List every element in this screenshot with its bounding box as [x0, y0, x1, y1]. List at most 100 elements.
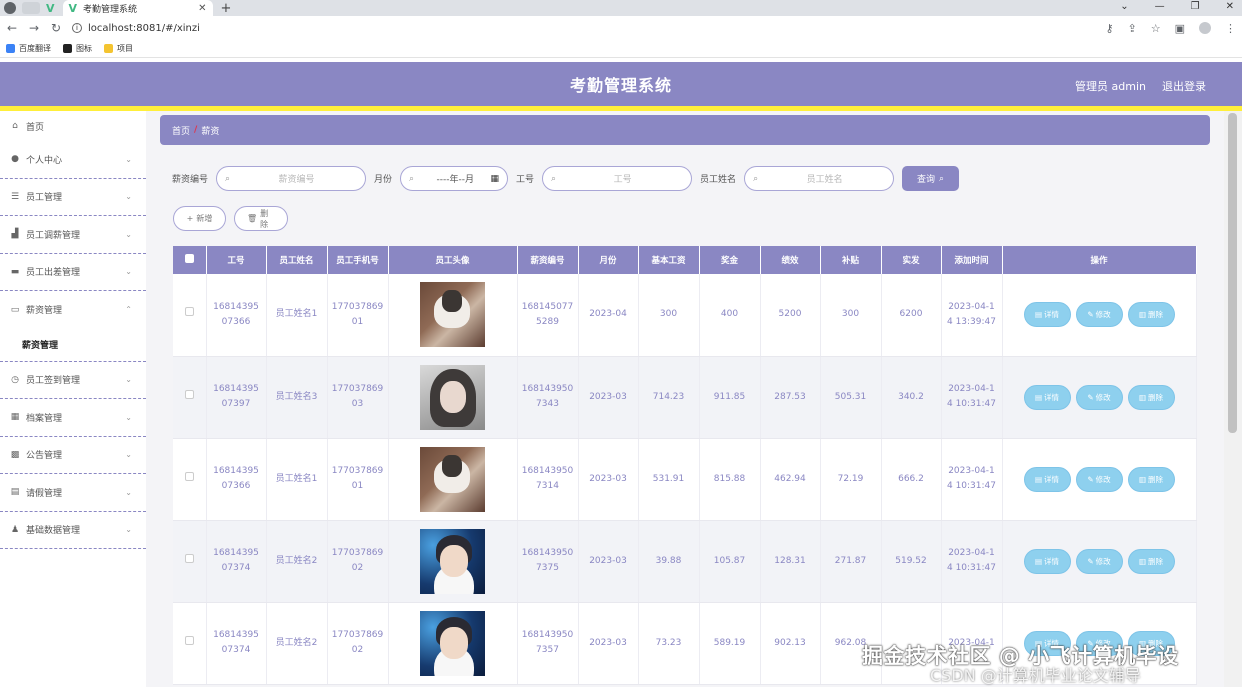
edit-button[interactable]: ✎ 修改 — [1075, 548, 1123, 574]
key-icon[interactable]: ⚷ — [1105, 22, 1113, 35]
cell-salary-no: 1681439507343 — [517, 356, 579, 439]
month-picker[interactable]: ⌕ ----年--月 ▦ — [400, 166, 509, 191]
sidebar-subitem-salary[interactable]: 薪资管理 — [0, 329, 146, 362]
cell-actual: 519.52 — [881, 520, 942, 603]
search-form: 薪资编号 ⌕ 薪资编号 月份 ⌕ ----年--月 ▦ 工号 ⌕ 工号 员工姓名… — [172, 166, 960, 191]
translate-icon — [6, 44, 15, 53]
vue-tab-icon[interactable]: V — [46, 2, 55, 15]
emp-name-input[interactable]: ⌕ 员工姓名 — [744, 166, 895, 191]
page-scrollbar[interactable] — [1224, 111, 1242, 687]
row-checkbox[interactable] — [173, 356, 207, 439]
new-tab-icon[interactable]: + — [221, 1, 232, 16]
sidebar-item-salary[interactable]: ▭ 薪资管理 ⌃ — [0, 291, 146, 329]
sidebar-item-profile[interactable]: ● 个人中心 ⌄ — [0, 141, 146, 179]
active-tab[interactable]: V 考勤管理系统 ✕ — [62, 0, 213, 16]
back-icon[interactable]: ← — [6, 21, 18, 35]
scrollbar-thumb[interactable] — [1228, 113, 1237, 433]
cell-bonus: 911.85 — [699, 356, 761, 439]
cell-actual: 6200 — [881, 274, 942, 357]
add-button[interactable]: + 新增 — [173, 206, 226, 231]
chevron-down-icon: ⌄ — [125, 375, 132, 385]
detail-button[interactable]: ▤ 详情 — [1023, 466, 1071, 492]
sidebar-item-base-data[interactable]: ♟ 基础数据管理 ⌄ — [0, 512, 146, 549]
sidebar-item-business-trip[interactable]: ▬ 员工出差管理 ⌄ — [0, 254, 146, 291]
table-row: 1681439507366 员工姓名1 17703786901 16814395073… — [173, 438, 1197, 521]
bookmark-item[interactable]: 百度翻译 — [6, 43, 51, 54]
person-icon: ♟ — [10, 524, 20, 535]
sidebar-item-leave[interactable]: ▤ 请假管理 ⌄ — [0, 474, 146, 512]
row-checkbox[interactable] — [173, 602, 207, 685]
cell-actual: 666.2 — [881, 438, 942, 521]
cell-bonus: 400 — [699, 274, 761, 357]
employee-avatar-cell — [388, 356, 518, 439]
cell-emp-no: 1681439507397 — [206, 356, 267, 439]
profile-icon[interactable] — [1199, 21, 1211, 34]
sidebar-item-notice[interactable]: ▩ 公告管理 ⌄ — [0, 437, 146, 474]
search-icon: ⌕ — [225, 173, 231, 184]
inactive-tab[interactable] — [22, 2, 40, 14]
share-icon[interactable]: ⇪ — [1128, 22, 1137, 35]
col-header: 月份 — [578, 246, 639, 274]
emp-no-input[interactable]: ⌕ 工号 — [542, 166, 693, 191]
breadcrumb: 首页 / 薪资 — [160, 115, 1210, 145]
query-button[interactable]: 查询 ⌕ — [902, 166, 960, 191]
bookmark-item[interactable]: 项目 — [104, 43, 133, 54]
site-info-icon[interactable]: i — [72, 23, 82, 33]
delete-button[interactable]: ▥ 删除 — [1127, 548, 1175, 574]
sidebar-item-checkin[interactable]: ◷ 员工签到管理 ⌄ — [0, 362, 146, 399]
cell-salary-no: 1681439507357 — [517, 602, 579, 685]
close-window-icon[interactable]: ✕ — [1226, 1, 1234, 12]
sidebar-item-archive[interactable]: ▦ 档案管理 ⌄ — [0, 399, 146, 437]
delete-button[interactable]: ▥ 删除 — [1127, 302, 1175, 328]
folder-icon: ▦ — [10, 412, 20, 423]
bookmark-item[interactable]: 图标 — [63, 43, 92, 54]
batch-delete-button[interactable]: 🗑 删除 — [234, 206, 288, 231]
detail-button[interactable]: ▤ 详情 — [1023, 302, 1071, 328]
reload-icon[interactable]: ↻ — [50, 21, 62, 35]
edit-button[interactable]: ✎ 修改 — [1075, 302, 1123, 328]
star-icon[interactable]: ☆ — [1151, 22, 1161, 35]
salary-no-input[interactable]: ⌕ 薪资编号 — [216, 166, 367, 191]
chevron-down-icon[interactable]: ⌄ — [1120, 1, 1128, 12]
tab-close-icon[interactable]: ✕ — [198, 3, 206, 14]
cell-month: 2023-03 — [578, 520, 639, 603]
row-checkbox[interactable] — [173, 438, 207, 521]
select-all-checkbox[interactable] — [173, 246, 207, 274]
employee-avatar-cell — [388, 520, 518, 603]
url-field[interactable]: i localhost:8081/#/xinzi — [72, 23, 1095, 34]
cell-base: 714.23 — [638, 356, 700, 439]
cell-perf: 5200 — [760, 274, 821, 357]
chevron-down-icon: ⌄ — [125, 229, 132, 239]
forward-icon[interactable]: → — [28, 21, 40, 35]
search-icon: ⌕ — [409, 173, 415, 184]
sidebar-item-home[interactable]: ⌂ 首页 — [0, 111, 146, 141]
browser-menu-icon[interactable] — [4, 2, 16, 14]
logout-link[interactable]: 退出登录 — [1162, 78, 1206, 94]
row-actions: ▤ 详情 ✎ 修改 ▥ 删除 — [1002, 438, 1197, 521]
sidebar-item-employees[interactable]: ☰ 员工管理 ⌄ — [0, 179, 146, 216]
edit-button[interactable]: ✎ 修改 — [1075, 466, 1123, 492]
sidepanel-icon[interactable]: ▣ — [1175, 22, 1185, 35]
detail-button[interactable]: ▤ 详情 — [1023, 548, 1071, 574]
month-label: 月份 — [374, 175, 393, 185]
row-checkbox[interactable] — [173, 520, 207, 603]
sidebar-item-salary-adjust[interactable]: ▟ 员工调薪管理 ⌄ — [0, 216, 146, 254]
delete-button[interactable]: ▥ 删除 — [1127, 384, 1175, 410]
detail-button[interactable]: ▤ 详情 — [1023, 384, 1071, 410]
folder-icon — [104, 44, 113, 53]
calendar-icon[interactable]: ▦ — [491, 174, 500, 184]
delete-button[interactable]: ▥ 删除 — [1127, 466, 1175, 492]
cell-base: 300 — [638, 274, 700, 357]
col-header: 员工手机号 — [327, 246, 389, 274]
cell-month: 2023-03 — [578, 602, 639, 685]
minimize-icon[interactable]: — — [1155, 1, 1165, 12]
col-header: 薪资编号 — [517, 246, 579, 274]
breadcrumb-home[interactable]: 首页 — [172, 124, 190, 137]
edit-button[interactable]: ✎ 修改 — [1075, 384, 1123, 410]
detail-icon: ▤ — [1034, 392, 1043, 402]
breadcrumb-current: 薪资 — [201, 126, 220, 137]
row-checkbox[interactable] — [173, 274, 207, 357]
more-icon[interactable]: ⋮ — [1225, 22, 1236, 35]
restore-icon[interactable]: ❐ — [1191, 1, 1200, 12]
cell-bonus: 105.87 — [699, 520, 761, 603]
